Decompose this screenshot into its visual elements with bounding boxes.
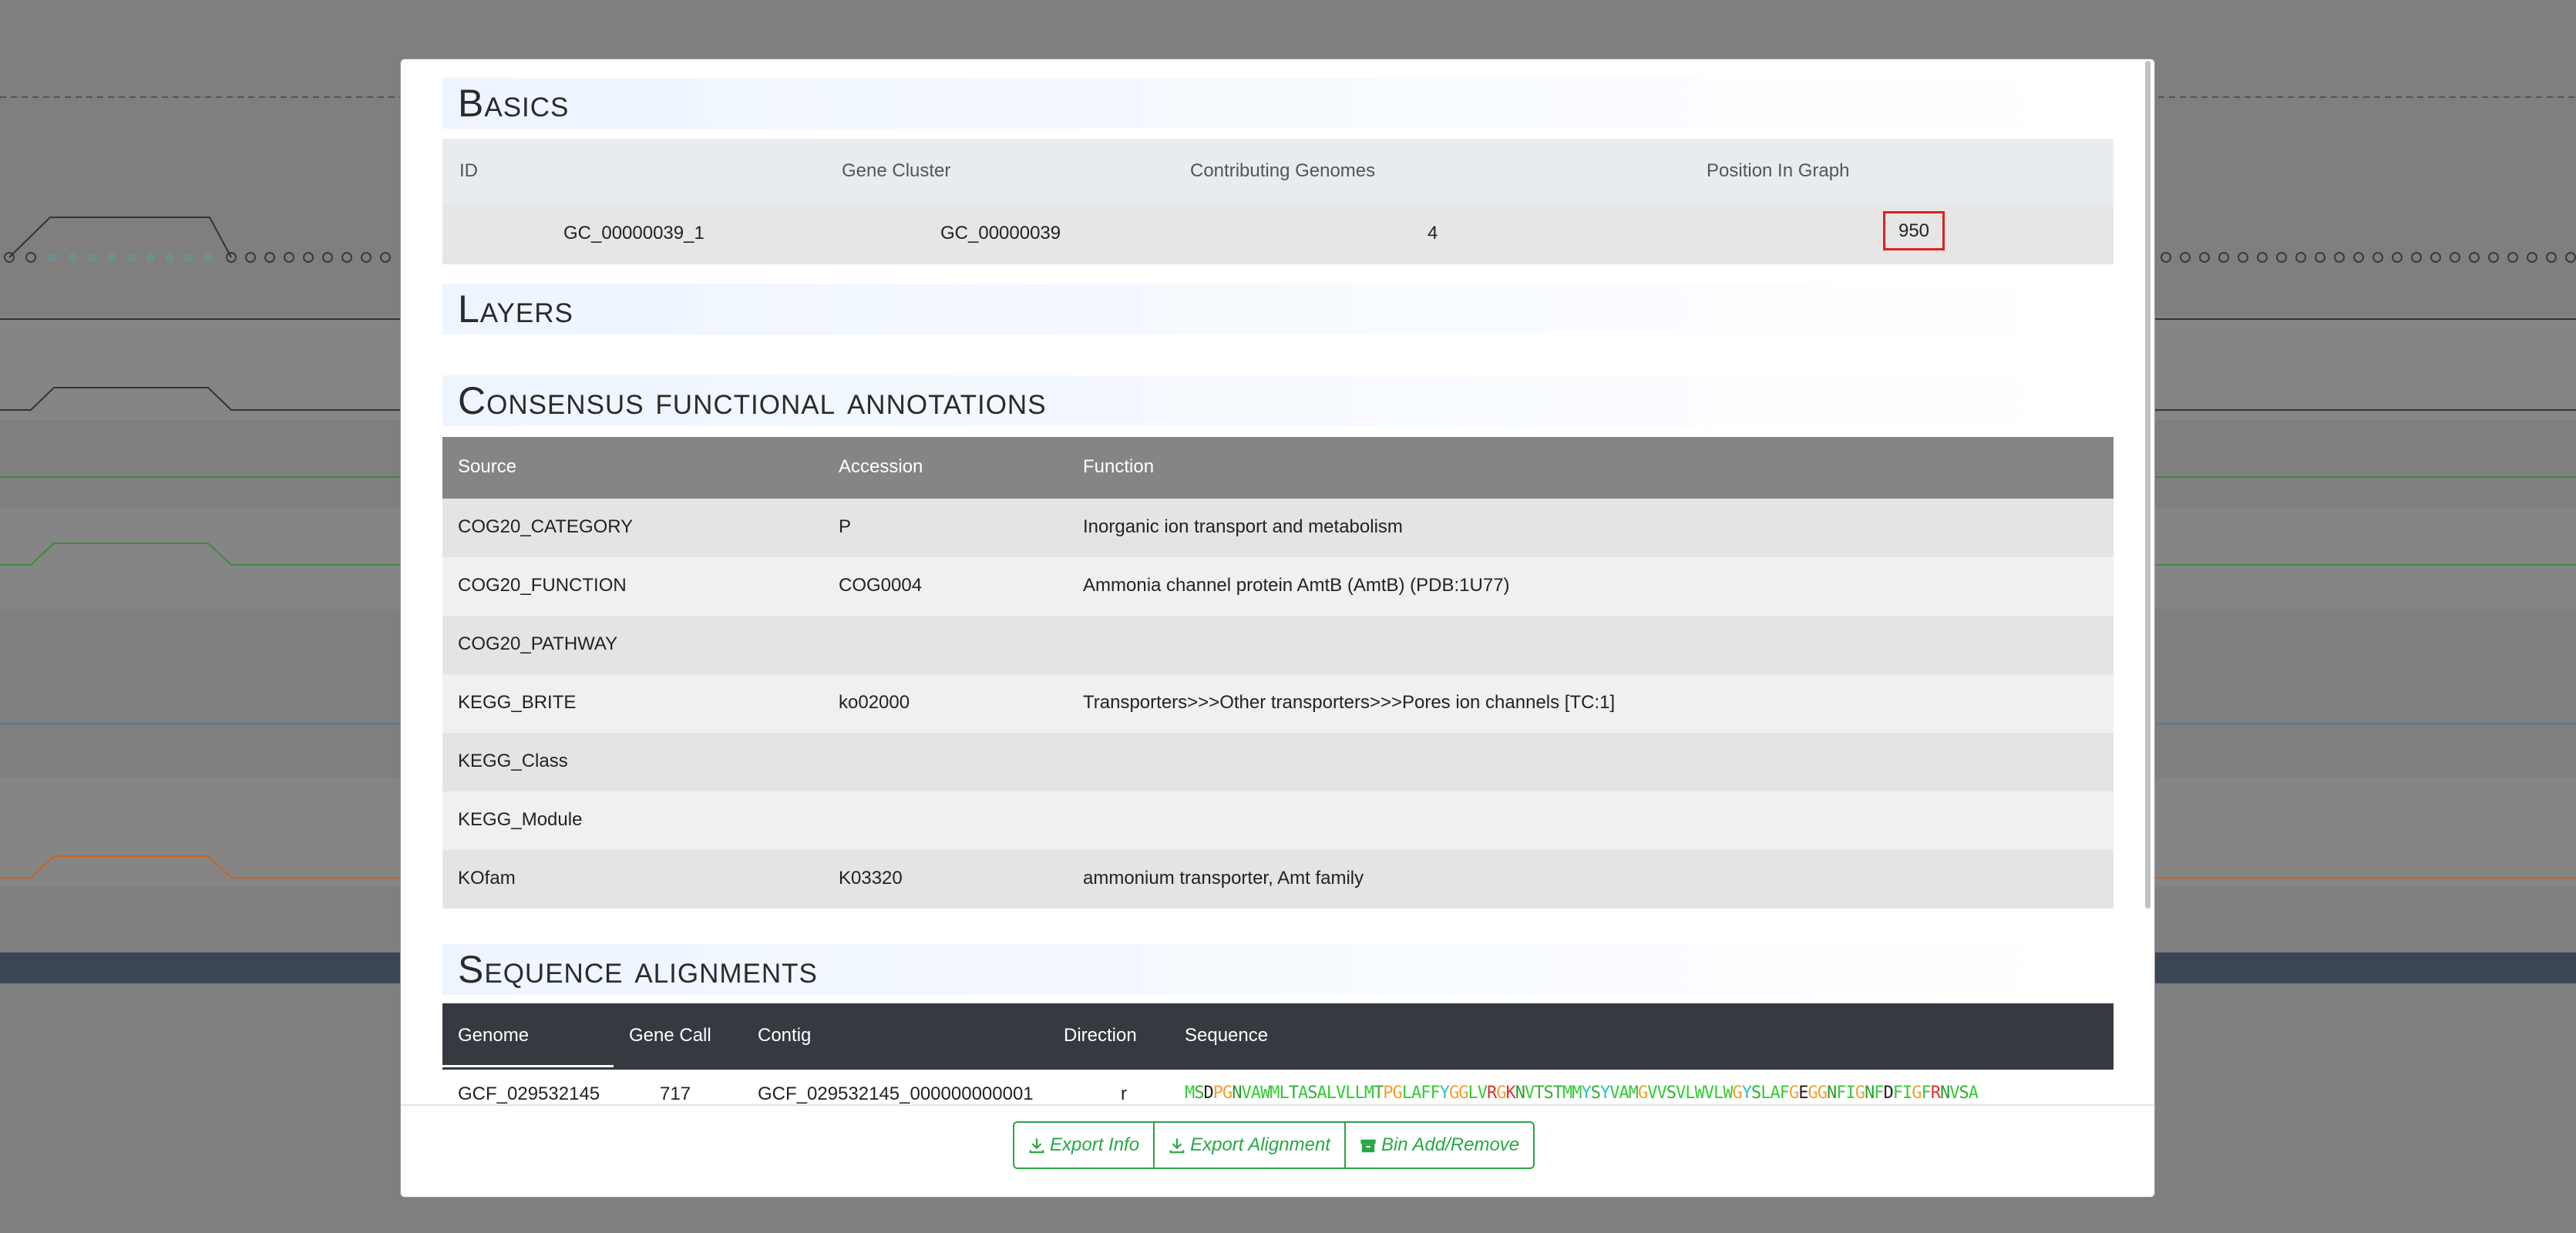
contig-cell: GCF_029532145_000000000001 <box>758 1083 1034 1104</box>
function-cell: ammonium transporter, Amt family <box>1083 868 1364 889</box>
source-cell: KEGG_Module <box>458 809 583 830</box>
table-row: GC_00000039_1 GC_00000039 4 950 <box>442 204 2114 264</box>
function-cell: Ammonia channel protein AmtB (AmtB) (PDB… <box>1083 575 1510 596</box>
function-cell: Transporters>>>Other transporters>>>Pore… <box>1083 692 1616 713</box>
modal-scrollbar[interactable] <box>2145 61 2151 909</box>
sequence-cell: MSDPGNVAWMLTASALVLLMTPGLAFFYGGLVRGKNVTST… <box>1185 1083 1979 1103</box>
export-info-label: Export Info <box>1050 1134 1140 1155</box>
basics-table: ID Gene Cluster Contributing Genomes Pos… <box>442 139 2114 264</box>
basics-title: Basics <box>442 78 2084 129</box>
header-gene-cluster: Gene Cluster <box>842 160 951 181</box>
export-info-button[interactable]: Export Info <box>1014 1123 1153 1167</box>
source-cell: KEGG_Class <box>458 751 568 771</box>
download-icon <box>1169 1138 1185 1154</box>
export-alignment-button[interactable]: Export Alignment <box>1153 1123 1344 1167</box>
download-icon <box>1029 1138 1044 1154</box>
layers-title: Layers <box>442 284 2084 334</box>
accession-cell: P <box>839 516 852 537</box>
gene-cluster-name: GC_00000039 <box>940 223 1061 244</box>
export-alignment-label: Export Alignment <box>1190 1134 1330 1155</box>
alignments-table-header: Genome Gene Call Contig Direction Sequen… <box>442 1003 2114 1070</box>
accession-cell: ko02000 <box>839 692 910 713</box>
source-cell: KEGG_BRITE <box>458 692 577 713</box>
contributing-genomes-count: 4 <box>1428 223 1438 244</box>
footer-button-group: Export Info Export Alignment Bin Add/Rem… <box>1013 1121 1535 1169</box>
gene-cluster-id: GC_00000039_1 <box>563 223 705 244</box>
function-cell: Inorganic ion transport and metabolism <box>1083 516 1403 537</box>
header-source: Source <box>458 456 517 477</box>
source-cell: COG20_PATHWAY <box>458 633 618 654</box>
table-row: COG20_PATHWAY <box>442 616 2114 674</box>
header-sequence: Sequence <box>1185 1025 1269 1046</box>
consensus-title: Consensus functional annotations <box>442 375 2084 426</box>
header-contributing-genomes: Contributing Genomes <box>1190 160 1376 181</box>
table-row: KEGG_BRITE ko02000 Transporters>>>Other … <box>442 674 2114 733</box>
table-row: GCF_029532145 717 GCF_029532145_00000000… <box>442 1070 2114 1104</box>
table-row: COG20_CATEGORY P Inorganic ion transport… <box>442 499 2114 557</box>
consensus-table-header: Source Accession Function <box>442 437 2114 499</box>
table-row: KOfam K03320 ammonium transporter, Amt f… <box>442 850 2114 909</box>
header-gene-call: Gene Call <box>629 1025 711 1046</box>
gene-call-cell[interactable]: 717 <box>660 1083 691 1104</box>
sort-indicator <box>442 1065 614 1067</box>
table-row: COG20_FUNCTION COG0004 Ammonia channel p… <box>442 557 2114 616</box>
header-direction: Direction <box>1064 1025 1137 1046</box>
basics-table-header: ID Gene Cluster Contributing Genomes Pos… <box>442 139 2114 205</box>
table-row: KEGG_Module <box>442 791 2114 850</box>
source-cell: COG20_CATEGORY <box>458 516 634 537</box>
source-cell: COG20_FUNCTION <box>458 575 627 596</box>
position-in-graph-value: 950 <box>1883 211 1945 250</box>
bin-add-remove-button[interactable]: Bin Add/Remove <box>1343 1123 1533 1167</box>
accession-cell: K03320 <box>839 868 903 889</box>
header-contig: Contig <box>758 1025 812 1046</box>
modal-body: Basics ID Gene Cluster Contributing Geno… <box>401 59 2154 1104</box>
header-function: Function <box>1083 456 1155 477</box>
alignments-title: Sequence alignments <box>442 944 2084 995</box>
header-id: ID <box>459 160 478 181</box>
header-genome[interactable]: Genome <box>458 1025 529 1047</box>
accession-cell: COG0004 <box>839 575 923 596</box>
table-row: KEGG_Class <box>442 733 2114 791</box>
direction-cell: r <box>1121 1083 1127 1104</box>
header-position-in-graph: Position In Graph <box>1707 160 1850 181</box>
gene-cluster-modal: Basics ID Gene Cluster Contributing Geno… <box>400 59 2155 1198</box>
modal-footer: Export Info Export Alignment Bin Add/Rem… <box>401 1104 2154 1197</box>
bin-add-remove-label: Bin Add/Remove <box>1380 1134 1520 1155</box>
source-cell: KOfam <box>458 868 516 889</box>
genome-cell: GCF_029532145 <box>458 1083 600 1104</box>
header-accession: Accession <box>839 456 923 477</box>
archive-icon <box>1360 1139 1376 1152</box>
